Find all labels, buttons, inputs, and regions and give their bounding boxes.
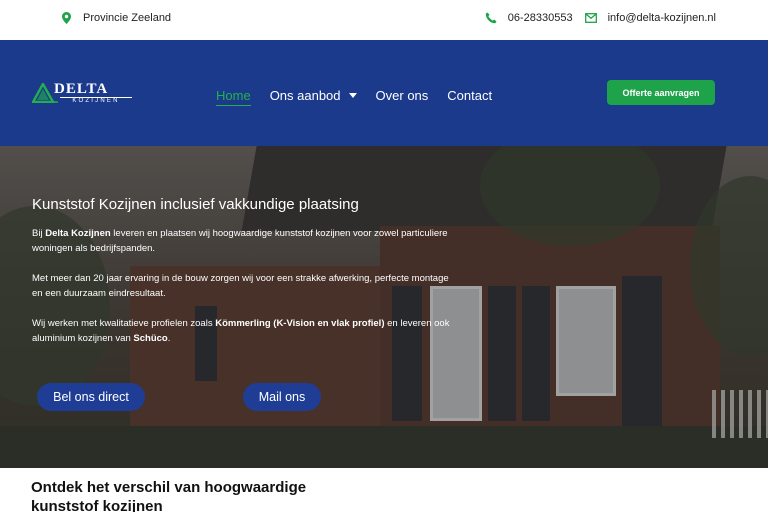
nav-label: Contact (447, 88, 493, 103)
nav-item-home[interactable]: Home (216, 88, 251, 106)
contact-info: 06-28330553 info@delta-kozijnen.nl (473, 12, 716, 24)
offerte-aanvragen-button[interactable]: Offerte aanvragen (607, 80, 715, 105)
bel-ons-direct-button[interactable]: Bel ons direct (37, 383, 145, 411)
phone-link[interactable]: 06-28330553 (485, 12, 573, 24)
main-navigation: DELTA KOZIJNEN Home Ons aanbod Over ons … (0, 40, 768, 146)
email-text: info@delta-kozijnen.nl (607, 12, 716, 24)
nav-label: Ons aanbod (269, 88, 341, 103)
hero-paragraph-2: Met meer dan 20 jaar ervaring in de bouw… (32, 273, 449, 299)
hero-content: Kunststof Kozijnen inclusief vakkundige … (32, 196, 452, 361)
phone-text: 06-28330553 (507, 12, 573, 24)
location-text: Provincie Zeeland (83, 12, 172, 24)
nav-item-contact[interactable]: Contact (447, 88, 492, 103)
hero-paragraph-1: Bij Delta Kozijnen leveren en plaatsen w… (32, 228, 448, 254)
hero-paragraph-3: Wij werken met kwalitatieve profielen zo… (32, 318, 450, 344)
nav-item-ons-aanbod[interactable]: Ons aanbod (270, 88, 357, 103)
mail-ons-button[interactable]: Mail ons (243, 383, 321, 411)
hero-section: Kunststof Kozijnen inclusief vakkundige … (0, 146, 768, 468)
section-title: Ontdek het verschil van hoogwaardige kun… (31, 479, 307, 512)
nav-item-over-ons[interactable]: Over ons (376, 88, 429, 103)
nav-label: Home (216, 88, 251, 103)
logo-subtitle: KOZIJNEN (60, 97, 132, 104)
caret-down-icon (348, 93, 357, 98)
delta-logo[interactable]: DELTA KOZIJNEN (32, 81, 132, 104)
logo-brand: DELTA (54, 81, 109, 97)
email-link[interactable]: info@delta-kozijnen.nl (584, 12, 716, 24)
map-pin-icon (62, 12, 71, 24)
nav-menu: Home Ons aanbod Over ons Contact (216, 85, 511, 106)
nav-label: Over ons (375, 88, 429, 103)
hero-title: Kunststof Kozijnen inclusief vakkundige … (32, 196, 359, 213)
top-bar: Provincie Zeeland 06-28330553 info@delta… (0, 0, 768, 40)
phone-icon (485, 12, 497, 24)
envelope-icon (584, 13, 597, 23)
location: Provincie Zeeland (62, 12, 171, 24)
